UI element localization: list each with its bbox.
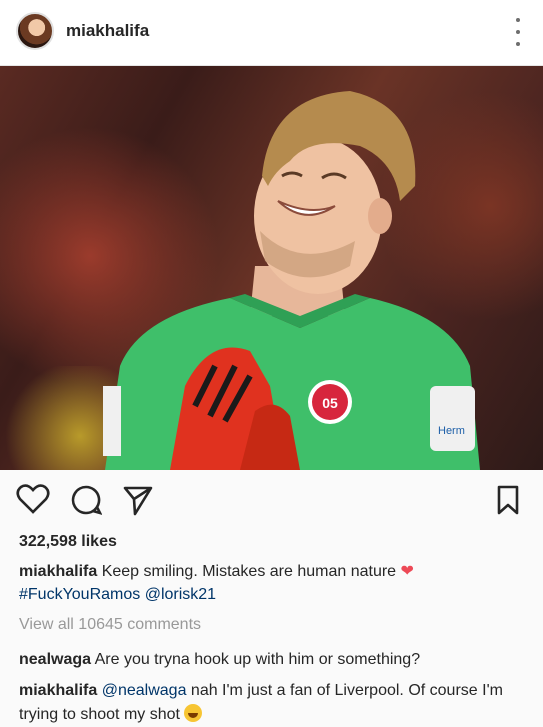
- comment-username[interactable]: nealwaga: [19, 651, 91, 668]
- share-icon[interactable]: [122, 484, 154, 516]
- sleeve-text: Herm: [438, 425, 465, 437]
- comment-item: miakhalifa @nealwaga nah I'm just a fan …: [19, 679, 529, 727]
- comment-mention[interactable]: @nealwaga: [102, 682, 187, 699]
- heart-emoji-icon: ❤: [400, 563, 414, 580]
- caption-username[interactable]: miakhalifa: [19, 563, 97, 580]
- post-header: miakhalifa: [0, 0, 543, 66]
- comment-text: Are you tryna hook up with him or someth…: [91, 651, 421, 668]
- post-username[interactable]: miakhalifa: [66, 21, 149, 41]
- caption-mention[interactable]: @lorisk21: [145, 586, 216, 603]
- comment-username[interactable]: miakhalifa: [19, 682, 97, 699]
- caption-text: Keep smiling. Mistakes are human nature: [97, 563, 401, 580]
- like-count[interactable]: 322,598 likes: [19, 533, 117, 551]
- post-actions: [0, 478, 543, 528]
- laughing-emoji-icon: [184, 704, 203, 722]
- comment-icon[interactable]: [70, 484, 102, 516]
- jersey-badge-text: 05: [322, 395, 338, 411]
- post-photo[interactable]: 05 Herm: [0, 66, 543, 470]
- goalkeeper-illustration: 05 Herm: [103, 91, 480, 470]
- view-all-comments-link[interactable]: View all 10645 comments: [19, 616, 201, 634]
- post-caption: miakhalifa Keep smiling. Mistakes are hu…: [19, 560, 529, 606]
- heart-icon[interactable]: [16, 483, 50, 515]
- user-avatar[interactable]: [16, 12, 54, 50]
- caption-hashtag[interactable]: #FuckYouRamos: [19, 586, 140, 603]
- comment-item: nealwaga Are you tryna hook up with him …: [19, 648, 529, 671]
- bookmark-icon[interactable]: [496, 484, 520, 516]
- more-options-icon[interactable]: [513, 18, 523, 46]
